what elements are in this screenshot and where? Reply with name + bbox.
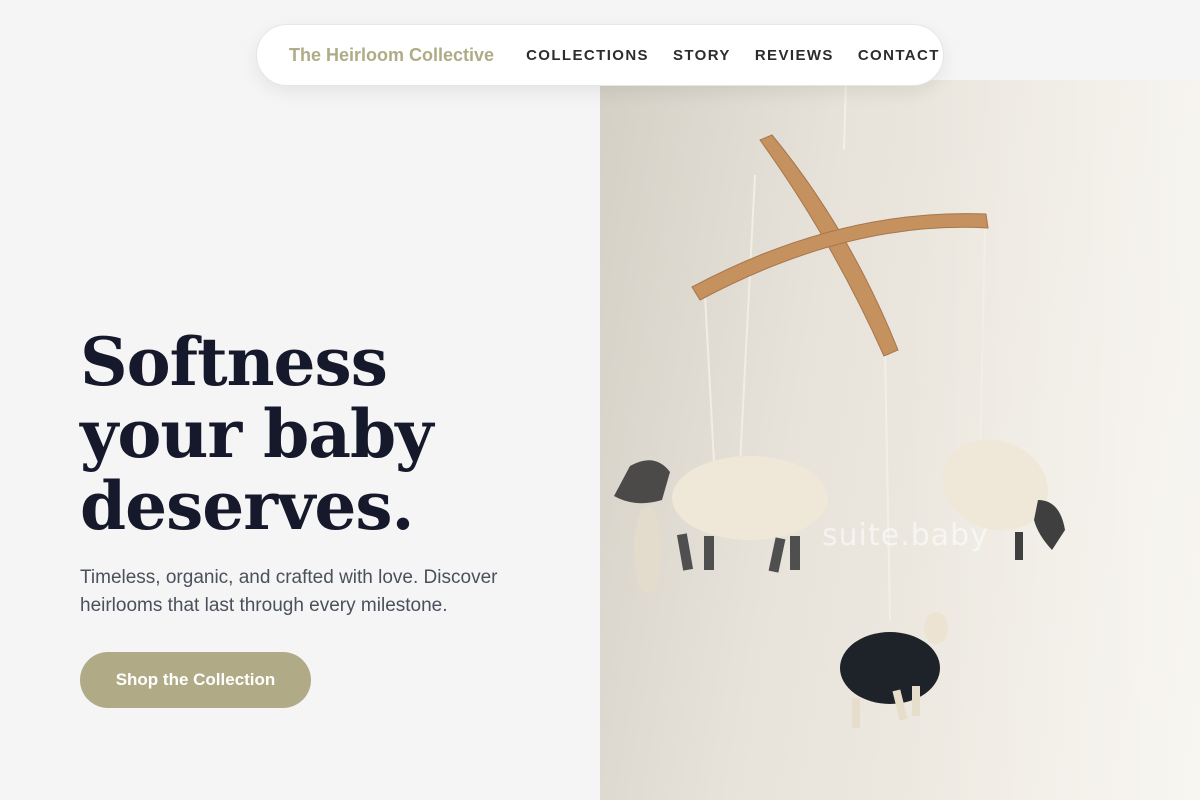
headline-line: your baby	[80, 395, 434, 473]
nav-link-contact[interactable]: CONTACT	[858, 47, 940, 64]
top-nav: The Heirloom Collective COLLECTIONS STOR…	[256, 24, 944, 86]
hero-headline: Softness your baby deserves.	[80, 326, 540, 542]
headline-line: deserves.	[80, 467, 415, 545]
headline-line: Softness	[80, 323, 388, 401]
photo-watermark: suite.baby	[822, 518, 989, 553]
sheep-mobile-photo: suite.baby	[600, 80, 1200, 800]
hero-text: Softness your baby deserves. Timeless, o…	[80, 326, 540, 708]
sheep-1	[614, 456, 828, 594]
shop-collection-button[interactable]: Shop the Collection	[80, 652, 311, 708]
nav-link-collections[interactable]: COLLECTIONS	[526, 47, 649, 64]
nav-link-story[interactable]: STORY	[673, 47, 731, 64]
hero-subtext: Timeless, organic, and crafted with love…	[80, 567, 498, 616]
nav-link-reviews[interactable]: REVIEWS	[755, 47, 834, 64]
sheep-mobile-illustration	[614, 80, 1200, 800]
brand-logo-link[interactable]: The Heirloom Collective	[289, 45, 494, 66]
